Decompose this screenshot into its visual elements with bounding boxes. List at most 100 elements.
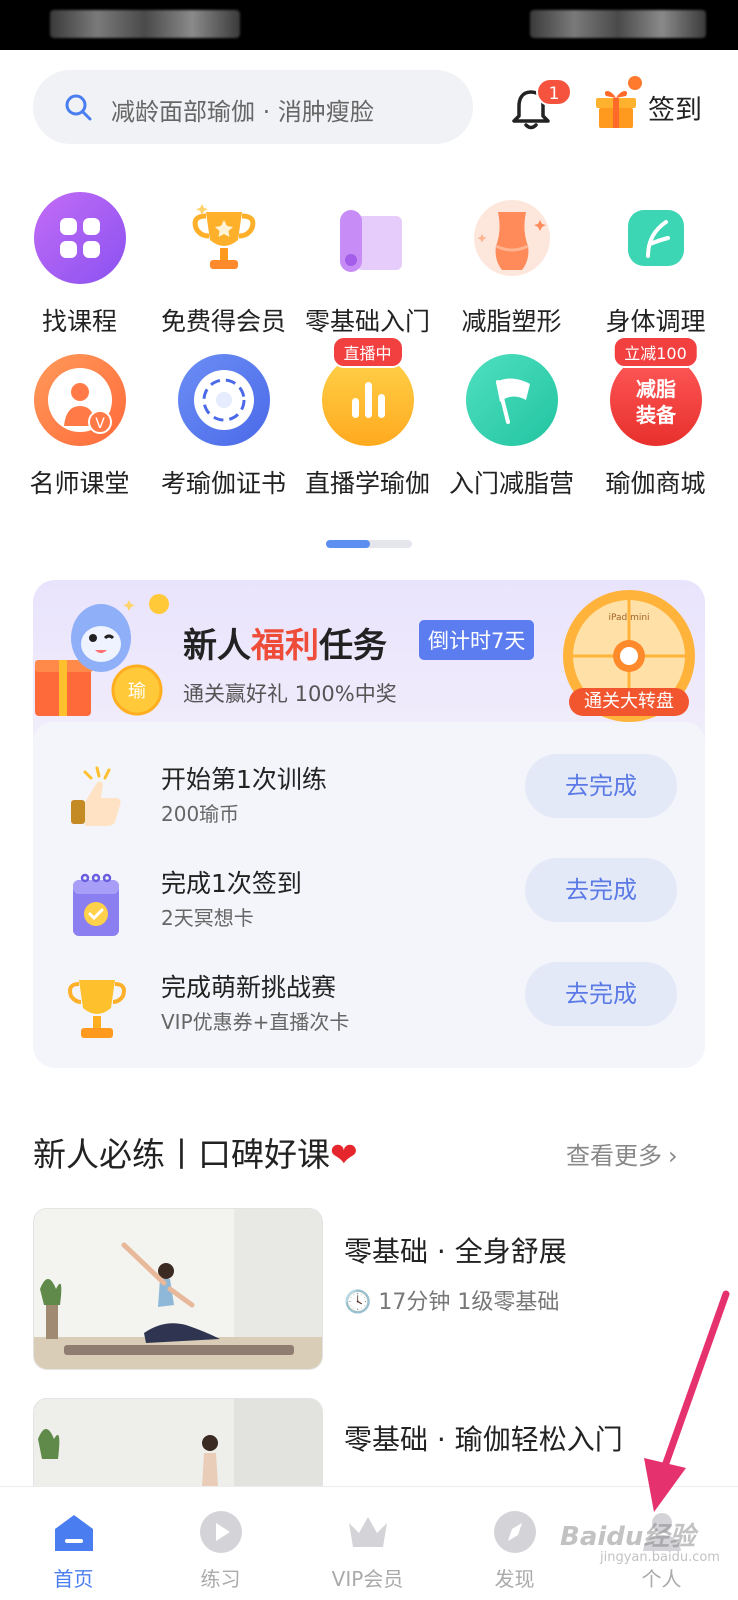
quick-entry-label: 免费得会员 [160, 307, 286, 336]
quick-entry-label: 零基础入门 [304, 307, 430, 336]
quick-entry-label: 瑜伽商城 [605, 469, 706, 498]
task-title-post: 任务 [319, 626, 387, 666]
page-indicator [326, 540, 412, 548]
course-meta-text: 17分钟 1级零基础 [378, 1290, 560, 1315]
quick-entry-live-yoga[interactable]: 直播中 直播学瑜伽 [294, 336, 441, 500]
task-row: 开始第1次训练 200瑜币 去完成 [33, 754, 705, 854]
signin-button[interactable]: 签到 [648, 88, 702, 127]
quick-entry-beginner[interactable]: 零基础入门 [294, 190, 441, 338]
task-reward: 2天冥想卡 [161, 906, 254, 930]
body-shape-icon [473, 200, 550, 276]
certificate-icon [177, 354, 270, 446]
quick-entry-fat-loss[interactable]: 减脂塑形 [438, 190, 585, 338]
search-row: 减龄面部瑜伽 · 消肿瘦脸 1 签到 [0, 68, 738, 148]
tab-label: VIP会员 [331, 1567, 404, 1591]
course-title[interactable]: 零基础 · 全身舒展 [344, 1230, 567, 1270]
gift-dot [628, 76, 642, 90]
calendar-check-icon [73, 873, 119, 936]
trophy-icon [192, 204, 255, 269]
quick-entry-certificate[interactable]: 考瑜伽证书 [150, 352, 297, 500]
tab-label: 个人 [641, 1567, 682, 1591]
task-title: 新人福利任务 [183, 618, 387, 667]
section-title-text: 新人必练丨口碑好课 [33, 1135, 330, 1174]
quick-entry-label: 减脂塑形 [461, 307, 562, 336]
tab-home[interactable]: 首页 [0, 1487, 147, 1600]
section-title: 新人必练丨口碑好课❤ [33, 1128, 358, 1176]
svg-text:V: V [95, 416, 105, 432]
wheel-prize-text: iPad mini [608, 613, 649, 623]
task-row: 完成1次签到 2天冥想卡 去完成 [33, 858, 705, 958]
tab-label: 发现 [494, 1567, 535, 1591]
watermark-url: jingyan.baidu.com [600, 1550, 720, 1565]
crown-icon [348, 1517, 387, 1547]
clock-icon: 🕓 [344, 1290, 372, 1315]
flag-icon [465, 354, 558, 446]
heart-icon: ❤ [330, 1135, 358, 1174]
teacher-avatar-icon: V [33, 354, 126, 446]
tab-label: 练习 [200, 1567, 241, 1591]
notification-badge: 1 [536, 78, 572, 106]
go-complete-button[interactable]: 去完成 [525, 858, 677, 922]
home-icon [54, 1515, 93, 1551]
course-title[interactable]: 零基础 · 瑜伽轻松入门 [344, 1418, 623, 1458]
quick-entry-find-course[interactable]: 找课程 [6, 190, 153, 338]
quick-entry-label: 考瑜伽证书 [160, 469, 286, 498]
task-list: 开始第1次训练 200瑜币 去完成 完成1次签到 2天冥想卡 去完成 完成萌新挑… [33, 722, 705, 1068]
task-title-pre: 新人 [183, 626, 251, 666]
chevron-right-icon: › [668, 1142, 678, 1170]
task-title-highlight: 福利 [251, 626, 319, 666]
yoga-mat-icon [339, 210, 402, 272]
quick-entry-body-care[interactable]: 身体调理 [582, 190, 729, 338]
status-blur-right [530, 10, 706, 38]
mascot-illustration: 瑜 [35, 594, 169, 716]
watermark-logo: Baidu经验 [560, 1522, 696, 1552]
newbie-task-card[interactable]: 瑜 新人福利任务 倒计时7天 通关赢好礼 100%中奖 iPad mini 通关… [33, 580, 705, 1068]
tab-vip[interactable]: VIP会员 [294, 1487, 441, 1600]
grid-apps-icon [33, 192, 126, 284]
countdown-badge: 倒计时7天 [419, 620, 535, 660]
task-name: 完成萌新挑战赛 [161, 973, 337, 1002]
compass-icon [493, 1511, 536, 1553]
page-indicator-active [326, 540, 370, 548]
quick-entry-label: 身体调理 [605, 307, 706, 336]
discount-tag: 立减100 [612, 336, 699, 368]
task-reward: VIP优惠券+直播次卡 [161, 1010, 350, 1034]
go-complete-button[interactable]: 去完成 [525, 962, 677, 1026]
task-subtitle: 通关赢好礼 100%中奖 [183, 682, 397, 706]
thumbs-up-icon [71, 766, 121, 826]
search-icon [65, 94, 92, 121]
quick-entry-label: 名师课堂 [29, 469, 130, 498]
quick-entry-mall[interactable]: 减脂 装备 立减100 瑜伽商城 [582, 336, 729, 500]
wheel-label: 通关大转盘 [569, 688, 689, 716]
go-complete-button[interactable]: 去完成 [525, 754, 677, 818]
yoga-stretch-image [34, 1209, 322, 1369]
play-icon [199, 1511, 242, 1553]
tab-label: 首页 [53, 1567, 94, 1591]
course-thumbnail[interactable] [33, 1208, 323, 1370]
search-placeholder: 减龄面部瑜伽 · 消肿瘦脸 [111, 98, 374, 126]
trophy-icon [68, 980, 126, 1038]
leaf-icon [627, 210, 684, 266]
task-row: 完成萌新挑战赛 VIP优惠券+直播次卡 去完成 [33, 962, 705, 1062]
status-bar [0, 0, 738, 50]
task-name: 完成1次签到 [161, 869, 302, 898]
quick-entry-free-vip[interactable]: 免费得会员 [150, 190, 297, 338]
tab-practice[interactable]: 练习 [147, 1487, 294, 1600]
status-blur-left [50, 10, 240, 38]
task-reward: 200瑜币 [161, 802, 240, 826]
quick-entry-label: 找课程 [41, 307, 117, 336]
svg-text:减脂: 减脂 [636, 377, 676, 401]
quick-entry-label: 直播学瑜伽 [304, 469, 430, 498]
course-meta: 🕓 17分钟 1级零基础 [344, 1284, 559, 1316]
see-more-link[interactable]: 查看更多 › [566, 1136, 678, 1171]
live-tag: 直播中 [331, 336, 404, 368]
quick-entry-master-class[interactable]: V 名师课堂 [6, 352, 153, 500]
svg-text:瑜: 瑜 [128, 681, 146, 702]
quick-entry-label: 入门减脂营 [448, 469, 574, 498]
quick-entry-fat-camp[interactable]: 入门减脂营 [438, 352, 585, 500]
see-more-label: 查看更多 [566, 1142, 662, 1170]
svg-text:装备: 装备 [635, 403, 677, 427]
search-input[interactable]: 减龄面部瑜伽 · 消肿瘦脸 [33, 70, 473, 144]
gift-icon[interactable] [594, 84, 638, 130]
task-name: 开始第1次训练 [161, 765, 327, 794]
